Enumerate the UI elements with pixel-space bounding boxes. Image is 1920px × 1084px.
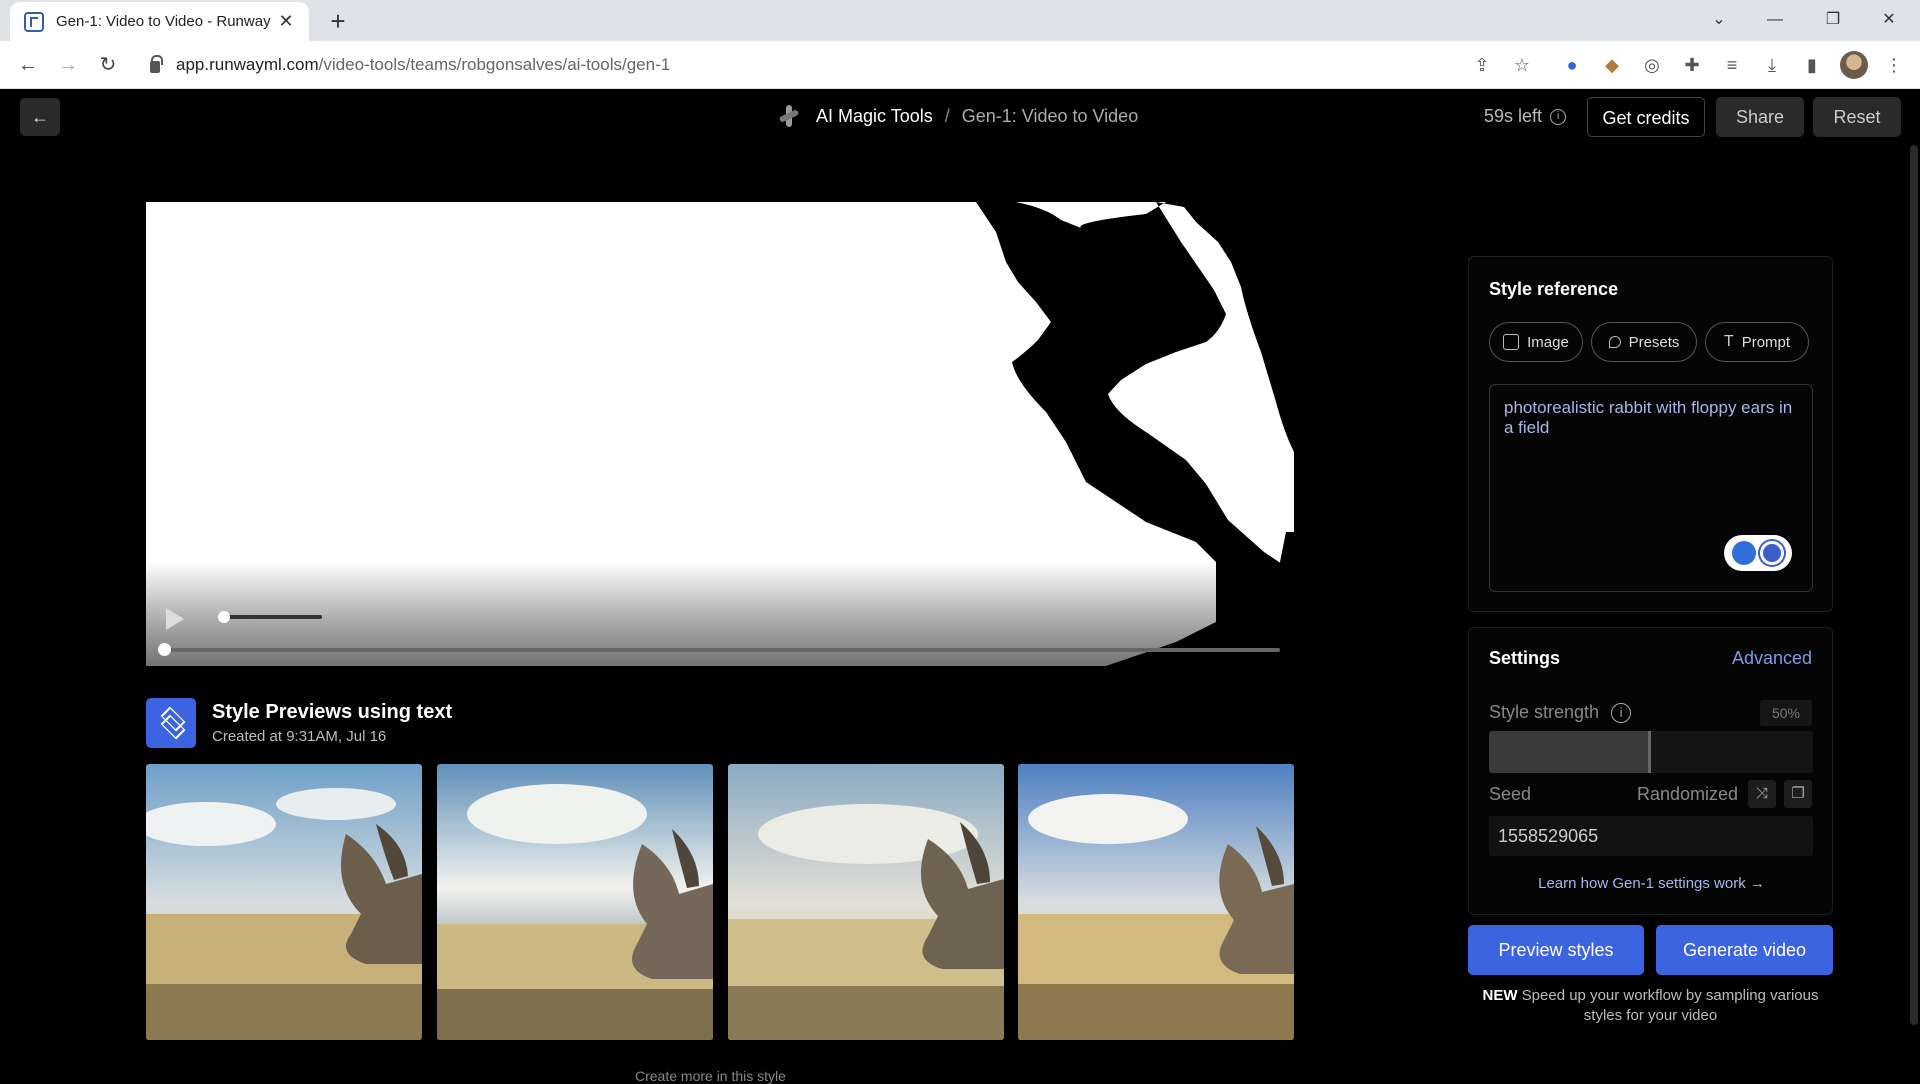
lock-icon — [150, 55, 163, 73]
copy-icon[interactable]: ❐ — [1784, 780, 1812, 808]
forward-arrow-icon[interactable]: → — [52, 49, 84, 81]
play-icon[interactable] — [166, 608, 184, 630]
shuffle-icon[interactable]: ⤨ — [1748, 780, 1776, 808]
window-close-button[interactable]: ✕ — [1866, 4, 1912, 36]
preview-styles-button[interactable]: Preview styles — [1468, 925, 1644, 975]
settings-title: Settings — [1489, 648, 1561, 668]
breadcrumb: AI Magic Tools / Gen-1: Video to Video — [776, 103, 1138, 129]
app-header: ← AI Magic Tools / Gen-1: Video to Video… — [0, 89, 1920, 145]
prompt-extension-widget[interactable] — [1724, 535, 1792, 571]
metamask-extension-icon[interactable]: ◆ — [1600, 53, 1624, 77]
tab-presets-label: Presets — [1628, 333, 1680, 351]
page-scrollbar[interactable] — [1910, 145, 1918, 1025]
back-button[interactable]: ← — [20, 98, 60, 136]
style-reference-panel: Style reference Image Presets T Prompt p… — [1468, 256, 1833, 612]
tab-image[interactable]: Image — [1489, 322, 1583, 362]
rabbit-preview-image — [728, 764, 1004, 1040]
tab-title: Gen-1: Video to Video - Runway — [56, 13, 271, 30]
time-left-text: 59s left — [1484, 106, 1543, 126]
reload-icon[interactable]: ↻ — [92, 49, 124, 81]
puzzle-extensions-icon[interactable]: ✚ — [1680, 53, 1704, 77]
url-host: app.runwayml.com — [176, 55, 319, 74]
new-badge: NEW — [1482, 987, 1518, 1004]
learn-settings-link[interactable]: Learn how Gen-1 settings work → — [1469, 875, 1834, 892]
video-seek-bar[interactable] — [158, 643, 1280, 656]
settings-panel: Settings Advanced Style strength i 50% S… — [1468, 627, 1833, 915]
style-preview-thumbnail[interactable] — [437, 764, 713, 1040]
grammarly-extension-icon[interactable]: ● — [1560, 53, 1584, 77]
volume-slider[interactable] — [218, 611, 322, 623]
style-strength-slider[interactable] — [1489, 731, 1813, 773]
browser-menu-icon[interactable]: ⋮ — [1882, 53, 1906, 77]
breadcrumb-current: Gen-1: Video to Video — [961, 105, 1139, 126]
style-strength-label: Style strength i — [1489, 702, 1632, 723]
media-control-icon[interactable]: ≡ — [1720, 53, 1744, 77]
new-feature-note: NEW Speed up your workflow by sampling v… — [1468, 986, 1833, 1026]
runway-favicon-icon — [24, 11, 44, 32]
drop-icon — [1608, 336, 1621, 348]
randomized-label: Randomized — [1637, 784, 1739, 804]
reset-button[interactable]: Reset — [1813, 97, 1901, 137]
download-icon[interactable]: ⤓ — [1760, 53, 1784, 77]
image-icon — [1503, 334, 1520, 350]
side-panel-icon[interactable]: ▮ — [1800, 53, 1824, 77]
extension-icon[interactable]: ◎ — [1640, 53, 1664, 77]
info-icon[interactable]: i — [1550, 108, 1567, 125]
credits-time-left: 59s left i — [1484, 106, 1567, 127]
tab-close-icon[interactable]: ✕ — [275, 11, 297, 32]
video-player[interactable] — [146, 202, 1294, 666]
magic-tools-logo-icon — [776, 103, 802, 129]
address-bar: ← → ↻ app.runwayml.com/video-tools/teams… — [0, 41, 1920, 89]
seed-label: Seed — [1489, 784, 1532, 804]
url-path: /video-tools/teams/robgonsalves/ai-tools… — [318, 55, 671, 74]
tab-search-chevron-icon[interactable]: ⌄ — [1696, 4, 1742, 36]
generate-video-button[interactable]: Generate video — [1656, 925, 1833, 975]
new-feature-text: Speed up your workflow by sampling vario… — [1521, 987, 1819, 1024]
style-strength-fill — [1489, 731, 1651, 773]
tab-prompt-label: Prompt — [1741, 333, 1791, 351]
info-icon[interactable]: i — [1611, 702, 1632, 723]
text-icon: T — [1723, 333, 1734, 350]
restore-button[interactable]: ❐ — [1810, 4, 1856, 36]
grammarly-icon[interactable] — [1760, 541, 1784, 565]
advanced-link[interactable]: Advanced — [1732, 648, 1812, 669]
rabbit-preview-image — [146, 764, 422, 1040]
rabbit-preview-image — [437, 764, 713, 1040]
layers-icon — [146, 698, 196, 748]
rabbit-preview-image — [1018, 764, 1294, 1040]
style-strength-value[interactable]: 50% — [1760, 700, 1812, 726]
style-strength-text: Style strength — [1489, 702, 1600, 722]
get-credits-button[interactable]: Get credits — [1587, 97, 1705, 137]
create-more-link[interactable]: Create more in this style — [635, 1068, 786, 1084]
url-input[interactable]: app.runwayml.com/video-tools/teams/robgo… — [138, 47, 1538, 83]
prompt-textarea[interactable]: photorealistic rabbit with floppy ears i… — [1489, 384, 1813, 592]
browser-tab[interactable]: Gen-1: Video to Video - Runway ✕ — [10, 2, 309, 41]
style-previews-title: Style Previews using text — [212, 701, 453, 723]
breadcrumb-root-link[interactable]: AI Magic Tools — [816, 106, 933, 127]
style-preview-thumbnail[interactable] — [146, 764, 422, 1040]
seek-knob[interactable] — [158, 643, 171, 656]
style-previews-header: Style Previews using text Created at 9:3… — [146, 698, 452, 748]
style-preview-thumbnail[interactable] — [728, 764, 1004, 1040]
share-button[interactable]: Share — [1716, 97, 1804, 137]
prompt-text: photorealistic rabbit with floppy ears i… — [1504, 398, 1793, 437]
seed-input[interactable]: 1558529065 — [1489, 816, 1813, 856]
volume-knob[interactable] — [218, 611, 230, 623]
back-arrow-icon[interactable]: ← — [12, 49, 44, 81]
style-previews-created: Created at 9:31AM, Jul 16 — [212, 728, 387, 745]
minimize-button[interactable]: — — [1752, 4, 1798, 36]
breadcrumb-separator: / — [944, 105, 950, 126]
new-tab-button[interactable]: + — [324, 6, 352, 36]
style-preview-thumbnail[interactable] — [1018, 764, 1294, 1040]
style-reference-title: Style reference — [1489, 279, 1619, 299]
lightbulb-icon[interactable] — [1732, 541, 1756, 565]
fullscreen-icon[interactable] — [146, 202, 170, 226]
profile-avatar[interactable] — [1840, 51, 1868, 79]
browser-tab-bar: Gen-1: Video to Video - Runway ✕ + ⌄ — ❐… — [0, 0, 1920, 41]
tab-presets[interactable]: Presets — [1591, 322, 1697, 362]
tab-image-label: Image — [1527, 333, 1569, 351]
bookmark-star-icon[interactable]: ☆ — [1510, 53, 1534, 77]
share-page-icon[interactable]: ⇪ — [1470, 53, 1494, 77]
tab-prompt[interactable]: T Prompt — [1705, 322, 1809, 362]
